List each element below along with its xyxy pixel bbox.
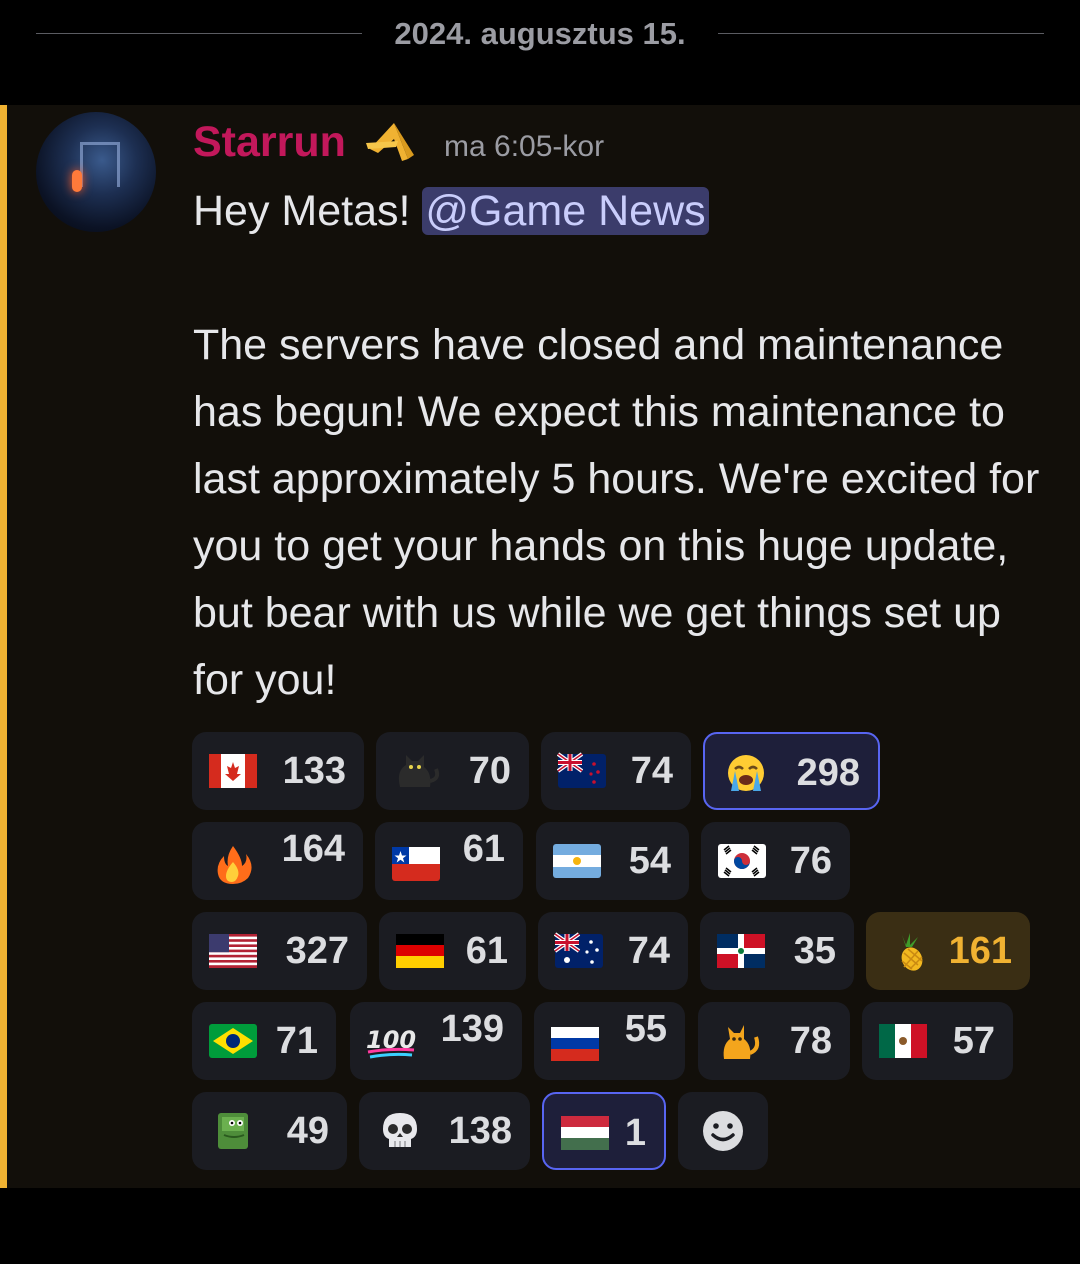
pineapple-icon	[901, 933, 923, 971]
hundred-points-icon: 100	[366, 1026, 416, 1059]
flag-argentina-icon	[553, 844, 601, 878]
reaction-count: 61	[465, 930, 508, 972]
reaction-loudly-crying-face[interactable]: 298	[703, 732, 880, 810]
avatar-arch-shape	[80, 142, 120, 187]
avatar[interactable]	[36, 112, 156, 232]
reaction-flag-south-korea[interactable]: 76	[701, 822, 850, 900]
message-content: Hey Metas! @Game News The servers have c…	[193, 178, 1053, 714]
reaction-count: 35	[793, 930, 836, 972]
reaction-count: 76	[789, 840, 832, 882]
reaction-count: 161	[948, 930, 1012, 972]
reaction-count: 298	[796, 752, 860, 794]
black-cat-icon	[398, 755, 440, 787]
reaction-pepe-frog[interactable]: 49	[192, 1092, 347, 1170]
cat-icon	[723, 1025, 760, 1059]
divider-line-right	[718, 33, 1044, 34]
reaction-flag-australia[interactable]: 74	[538, 912, 688, 990]
flag-canada-icon	[209, 754, 257, 788]
reaction-flag-canada[interactable]: 133	[192, 732, 364, 810]
reaction-count: 49	[286, 1110, 329, 1152]
reaction-skull[interactable]: 138	[359, 1092, 530, 1170]
date-label: 2024. augusztus 15.	[394, 16, 686, 51]
reaction-count: 78	[789, 1020, 832, 1062]
reaction-count: 1	[624, 1112, 646, 1154]
reaction-count: 164	[281, 828, 345, 870]
reaction-count: 74	[627, 930, 670, 972]
reaction-count: 55	[624, 1008, 667, 1050]
reaction-count: 61	[462, 828, 505, 870]
reaction-flag-brazil[interactable]: 71	[192, 1002, 336, 1080]
date-separator: 2024. augusztus 15.	[0, 0, 1080, 70]
reaction-flag-hungary[interactable]: 1	[542, 1092, 666, 1170]
reaction-count: 57	[952, 1020, 995, 1062]
flag-united-states-icon	[209, 934, 257, 968]
skull-icon	[383, 1113, 417, 1147]
flag-hungary-icon	[561, 1116, 609, 1150]
flag-south-korea-icon	[718, 844, 766, 878]
greeting-text: Hey Metas!	[193, 187, 423, 235]
reaction-count: 54	[628, 840, 671, 882]
greeting-line: Hey Metas! @Game News	[193, 178, 1053, 245]
reaction-black-cat[interactable]: 70	[376, 732, 529, 810]
reaction-flag-dominican-republic[interactable]: 35	[700, 912, 854, 990]
reaction-count: 133	[282, 750, 346, 792]
reaction-pineapple[interactable]: 161	[866, 912, 1030, 990]
reaction-flag-new-zealand[interactable]: 74	[541, 732, 691, 810]
reaction-flag-chile[interactable]: 61	[375, 822, 523, 900]
flag-russia-icon	[551, 1027, 599, 1061]
footer-blank	[0, 1188, 1080, 1264]
flag-brazil-icon	[209, 1024, 257, 1058]
add-reaction-smiley-icon	[703, 1111, 743, 1151]
reaction-count: 139	[440, 1008, 504, 1050]
reaction-count: 138	[448, 1110, 512, 1152]
loudly-crying-face-icon	[728, 755, 764, 791]
highlight-bar	[0, 105, 7, 1188]
flag-new-zealand-icon	[557, 752, 606, 788]
flag-chile-icon	[392, 847, 440, 881]
golden-a-badge-icon[interactable]	[364, 119, 420, 165]
reaction-flag-argentina[interactable]: 54	[536, 822, 689, 900]
message-body: The servers have closed and maintenance …	[193, 321, 1040, 704]
flag-mexico-icon	[879, 1024, 927, 1058]
reaction-count: 70	[468, 750, 511, 792]
reaction-fire[interactable]: 164	[192, 822, 363, 900]
reaction-cat[interactable]: 78	[698, 1002, 850, 1080]
avatar-glow-shape	[72, 170, 82, 192]
reaction-count: 327	[285, 930, 349, 972]
flag-germany-icon	[396, 934, 444, 968]
timestamp: ma 6:05-kor	[444, 130, 605, 163]
role-mention[interactable]: @Game News	[422, 187, 709, 235]
username[interactable]: Starrun	[193, 118, 346, 167]
add-reaction-button[interactable]	[678, 1092, 768, 1170]
reaction-flag-mexico[interactable]: 57	[862, 1002, 1013, 1080]
reaction-flag-united-states[interactable]: 327	[192, 912, 367, 990]
reaction-hundred-points[interactable]: 100 139	[350, 1002, 522, 1080]
reaction-count: 71	[275, 1020, 318, 1062]
flag-dominican-republic-icon	[717, 934, 765, 968]
reaction-flag-russia[interactable]: 55	[534, 1002, 685, 1080]
fire-icon	[217, 846, 252, 884]
reaction-count: 74	[630, 750, 673, 792]
pepe-frog-icon	[218, 1113, 248, 1149]
flag-australia-icon	[554, 932, 603, 968]
reaction-flag-germany[interactable]: 61	[379, 912, 526, 990]
